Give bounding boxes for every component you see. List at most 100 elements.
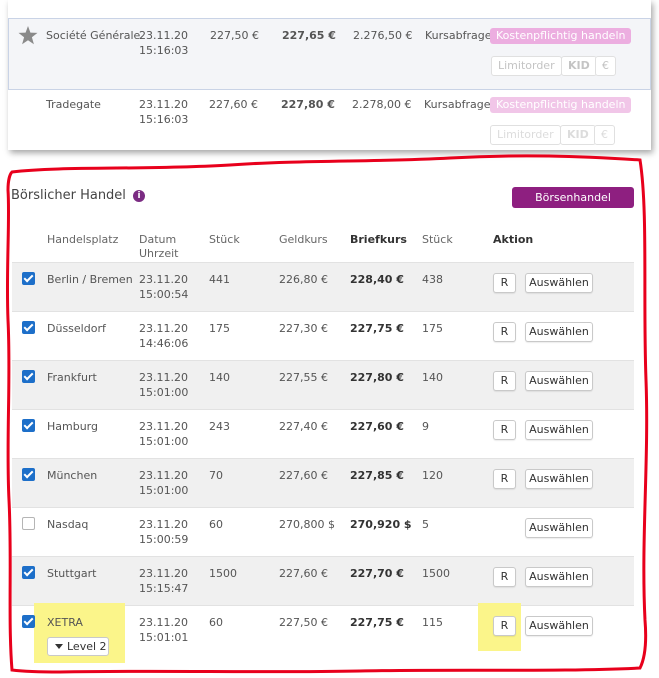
table-row: XETRA 23.11.20 15:01:01 60 227,50 € 227,75 € 1… bbox=[12, 603, 634, 663]
quote-type: Kursabfrage bbox=[424, 98, 491, 111]
info-icon[interactable]: i bbox=[133, 190, 146, 202]
table-row: Hamburg 23.11.20 15:01:00 243 227,40 € 227,60… bbox=[12, 409, 634, 459]
kid-button[interactable]: KID bbox=[561, 56, 597, 76]
checkbox-checked[interactable] bbox=[22, 566, 35, 579]
quote-date: 23.11.20 bbox=[139, 29, 188, 42]
checkbox-checked[interactable] bbox=[22, 272, 35, 285]
select-button[interactable]: Auswählen bbox=[525, 469, 593, 489]
paid-trade-button[interactable]: Kostenpflichtig handeln bbox=[490, 97, 632, 113]
trade-time: 15:01:00 bbox=[139, 484, 189, 497]
venue-name: Frankfurt bbox=[47, 371, 97, 384]
trade-date: 23.11.20 bbox=[139, 616, 188, 629]
trade-time: 15:01:00 bbox=[139, 435, 189, 448]
header-action: Aktion bbox=[493, 233, 534, 246]
bid-quantity: 441 bbox=[209, 273, 230, 286]
kid-button[interactable]: KID bbox=[560, 125, 596, 145]
quote-time: 15:16:03 bbox=[139, 113, 189, 126]
quote-bid: 227,50 € bbox=[210, 29, 259, 42]
ask-quantity: 120 bbox=[422, 469, 443, 482]
bid-quantity: 175 bbox=[209, 322, 230, 335]
bid-quantity: 60 bbox=[209, 616, 223, 629]
trade-time: 14:46:06 bbox=[139, 337, 189, 350]
quote-time: 15:16:03 bbox=[139, 44, 189, 57]
ask-quantity: 5 bbox=[422, 518, 429, 531]
star-icon[interactable] bbox=[18, 26, 38, 45]
quote-ask: 227,80 € bbox=[281, 98, 335, 111]
table-row: Berlin / Bremen 23.11.20 15:00:54 441 226,80… bbox=[12, 262, 634, 312]
quote-ask: 227,65 € bbox=[282, 29, 336, 42]
quote-venue: Tradegate bbox=[46, 98, 101, 111]
quote-venue: Société Générale bbox=[46, 29, 141, 42]
table-row: Düsseldorf 23.11.20 14:46:06 175 227,30 € 227… bbox=[12, 311, 634, 361]
table-row: Nasdaq 23.11.20 15:00:59 60 270,800 $ 270,920… bbox=[12, 507, 634, 557]
bid-quantity: 140 bbox=[209, 371, 230, 384]
quote-type: Kursabfrage bbox=[425, 29, 492, 42]
select-button[interactable]: Auswählen bbox=[525, 420, 593, 440]
euro-button[interactable]: € bbox=[594, 125, 615, 145]
ask-price: 228,40 € bbox=[350, 273, 404, 286]
select-button[interactable]: Auswählen bbox=[525, 518, 593, 538]
trade-date: 23.11.20 bbox=[139, 371, 188, 384]
paid-trade-button[interactable]: Kostenpflichtig handeln bbox=[490, 28, 632, 44]
quote-total: 2.278,00 € bbox=[352, 98, 412, 111]
level-dropdown-button[interactable]: Level 2 bbox=[47, 637, 109, 656]
select-button[interactable]: Auswählen bbox=[525, 273, 593, 293]
select-button[interactable]: Auswählen bbox=[525, 371, 593, 391]
venue-name: Stuttgart bbox=[47, 567, 97, 580]
euro-button[interactable]: € bbox=[595, 56, 616, 76]
ask-price: 227,75 € bbox=[350, 322, 404, 335]
venue-name: Düsseldorf bbox=[47, 322, 106, 335]
realtime-quote-button[interactable]: R bbox=[493, 322, 516, 342]
table-row: München 23.11.20 15:01:00 70 227,60 € 227,85 … bbox=[12, 458, 634, 508]
ask-price: 227,80 € bbox=[350, 371, 404, 384]
table-row: Stuttgart 23.11.20 15:15:47 1500 227,60 € 227… bbox=[12, 556, 634, 606]
trade-time: 15:00:54 bbox=[139, 288, 189, 301]
bid-price: 226,80 € bbox=[279, 273, 328, 286]
trade-date: 23.11.20 bbox=[139, 469, 188, 482]
realtime-quote-button[interactable]: R bbox=[493, 371, 516, 391]
header-bid: Geldkurs bbox=[279, 233, 328, 246]
checkbox-checked[interactable] bbox=[22, 468, 35, 481]
limit-order-button[interactable]: Limitorder bbox=[491, 56, 562, 76]
bid-quantity: 243 bbox=[209, 420, 230, 433]
trade-time: 15:00:59 bbox=[139, 533, 189, 546]
ask-price: 227,70 € bbox=[350, 567, 404, 580]
limit-order-button[interactable]: Limitorder bbox=[490, 125, 561, 145]
realtime-quote-button[interactable]: R bbox=[493, 469, 516, 489]
venue-name: XETRA bbox=[47, 616, 83, 629]
header-venue: Handelsplatz bbox=[47, 233, 119, 246]
realtime-quote-button[interactable]: R bbox=[493, 567, 516, 587]
header-qty-ask: Stück bbox=[422, 233, 453, 246]
bid-price: 227,60 € bbox=[279, 469, 328, 482]
realtime-quote-button[interactable]: R bbox=[493, 420, 516, 440]
bid-quantity: 60 bbox=[209, 518, 223, 531]
bid-price: 227,40 € bbox=[279, 420, 328, 433]
checkbox-checked[interactable] bbox=[22, 321, 35, 334]
quote-total: 2.276,50 € bbox=[353, 29, 413, 42]
quote-row-selected[interactable]: Société Générale 23.11.20 15:16:03 227,5… bbox=[8, 18, 651, 90]
trade-date: 23.11.20 bbox=[139, 567, 188, 580]
header-qty-bid: Stück bbox=[209, 233, 240, 246]
header-ask: Briefkurs bbox=[350, 233, 407, 246]
select-button[interactable]: Auswählen bbox=[525, 616, 593, 636]
venue-name: München bbox=[47, 469, 98, 482]
venue-name: Nasdaq bbox=[47, 518, 89, 531]
section-title-text: Börslicher Handel bbox=[11, 188, 126, 203]
trade-time: 15:15:47 bbox=[139, 582, 189, 595]
trade-date: 23.11.20 bbox=[139, 518, 188, 531]
realtime-quote-button[interactable]: R bbox=[493, 616, 516, 636]
realtime-trading-button[interactable]: Börsenhandel realtime bbox=[512, 187, 634, 225]
select-button[interactable]: Auswählen bbox=[525, 567, 593, 587]
ask-price: 227,75 € bbox=[350, 616, 404, 629]
checkbox-checked[interactable] bbox=[22, 419, 35, 432]
trade-date: 23.11.20 bbox=[139, 322, 188, 335]
select-button[interactable]: Auswählen bbox=[525, 322, 593, 342]
checkbox-checked[interactable] bbox=[22, 615, 35, 628]
checkbox-unchecked[interactable] bbox=[22, 517, 35, 530]
header-date: Datum bbox=[139, 233, 177, 246]
venue-name: Berlin / Bremen bbox=[47, 273, 133, 286]
realtime-quote-button[interactable]: R bbox=[493, 273, 516, 293]
trade-date: 23.11.20 bbox=[139, 273, 188, 286]
bid-price: 227,55 € bbox=[279, 371, 328, 384]
checkbox-checked[interactable] bbox=[22, 370, 35, 383]
